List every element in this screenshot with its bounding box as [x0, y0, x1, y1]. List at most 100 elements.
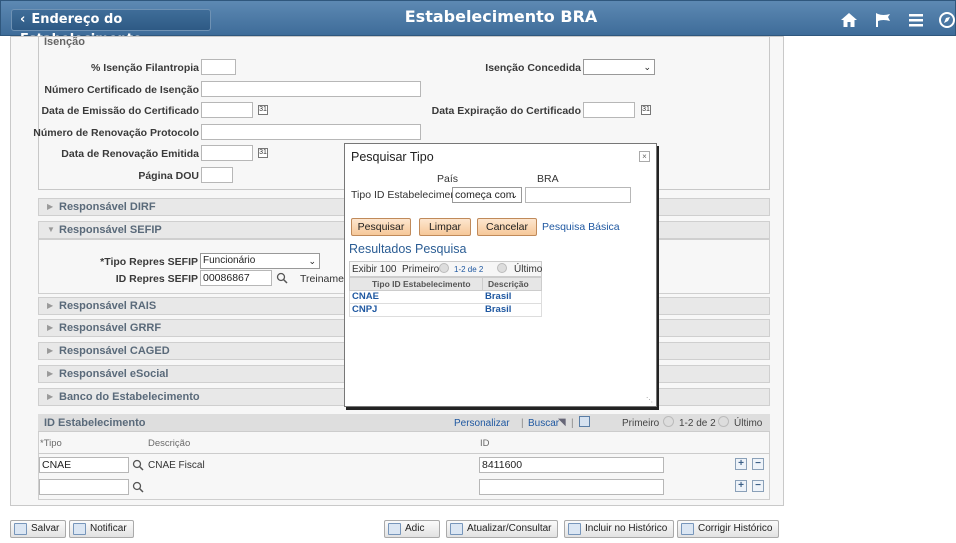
- buscar-link[interactable]: Buscar: [528, 418, 559, 429]
- divider: [38, 453, 770, 454]
- add-icon: [388, 523, 401, 535]
- chevron-right-icon: ▶: [47, 323, 54, 332]
- section-esocial-label: Responsável eSocial: [59, 368, 169, 380]
- search-icon[interactable]: [132, 459, 144, 471]
- separator: |: [571, 418, 574, 429]
- chevron-down-icon: ⌄: [308, 256, 316, 266]
- salvar-button[interactable]: Salvar: [10, 520, 67, 538]
- pesquisar-button[interactable]: Pesquisar: [351, 218, 411, 236]
- calendar-icon[interactable]: 31: [258, 148, 268, 158]
- close-icon[interactable]: ×: [639, 151, 650, 162]
- limpar-button[interactable]: Limpar: [419, 218, 471, 236]
- section-rais-label: Responsável RAIS: [59, 300, 157, 312]
- pct-isencao-input[interactable]: [201, 59, 236, 75]
- notify-icon: [73, 523, 86, 535]
- save-icon: [14, 523, 27, 535]
- section-grrf-label: Responsável GRRF: [59, 322, 162, 334]
- search-value-input[interactable]: [525, 187, 631, 203]
- result-row[interactable]: CNAE Brasil: [349, 291, 542, 304]
- resize-handle[interactable]: ⋱: [646, 396, 653, 404]
- id-repres-input[interactable]: 00086867: [200, 270, 272, 286]
- flag-icon[interactable]: [873, 11, 893, 29]
- pagina-dou-label: Página DOU: [138, 170, 199, 182]
- result-row[interactable]: CNPJ Brasil: [349, 304, 542, 317]
- add-row-icon[interactable]: +: [735, 458, 747, 470]
- cert-num-input[interactable]: [201, 81, 421, 97]
- expiracao-input[interactable]: [583, 102, 635, 118]
- grid-download-icon[interactable]: [579, 416, 590, 427]
- col-tipo: *Tipo: [40, 438, 62, 449]
- result-descricao-link[interactable]: Brasil: [485, 291, 511, 302]
- search-icon[interactable]: [276, 272, 288, 284]
- chevron-right-icon: ▶: [47, 301, 54, 310]
- section-sefip-label: Responsável SEFIP: [59, 224, 162, 236]
- primeiro-link[interactable]: Primeiro: [402, 264, 439, 275]
- renov-prot-input[interactable]: [201, 124, 421, 140]
- grid-tipo-input[interactable]: [39, 479, 129, 495]
- chevron-right-icon: ▶: [47, 392, 54, 401]
- col-tipo-id: Tipo ID Estabelecimento: [372, 279, 471, 289]
- incluir-historico-button[interactable]: Incluir no Histórico: [564, 520, 675, 538]
- chevron-right-icon: ▶: [47, 369, 54, 378]
- zoom-icon[interactable]: ◥: [558, 417, 566, 428]
- exibir-link[interactable]: Exibir 100: [352, 264, 396, 275]
- id-repres-label: ID Repres SEFIP: [115, 273, 198, 285]
- isencao-concedida-label: Isenção Concedida: [485, 62, 581, 74]
- isencao-concedida-select[interactable]: ⌄: [583, 59, 655, 75]
- cert-num-label: Número Certificado de Isenção: [44, 84, 199, 96]
- result-tipo-link[interactable]: CNAE: [352, 291, 379, 302]
- ultimo-link[interactable]: Último: [514, 264, 542, 275]
- grid-primeiro[interactable]: Primeiro: [622, 418, 659, 429]
- home-icon[interactable]: [839, 11, 859, 29]
- personalizar-link[interactable]: Personalizar: [454, 418, 510, 429]
- tipo-repres-select[interactable]: Funcionário ⌄: [200, 253, 320, 269]
- prev-icon[interactable]: [663, 416, 674, 427]
- result-tipo-link[interactable]: CNPJ: [352, 304, 377, 315]
- calendar-icon[interactable]: 31: [258, 105, 268, 115]
- cancelar-button[interactable]: Cancelar: [477, 218, 537, 236]
- back-button[interactable]: ‹Endereço do Estabelecimento: [11, 9, 211, 47]
- history-edit-icon: [681, 523, 694, 535]
- chevron-right-icon: ▶: [47, 202, 54, 211]
- next-icon[interactable]: [497, 263, 507, 273]
- chevron-left-icon: ‹: [20, 12, 26, 27]
- next-icon[interactable]: [718, 416, 729, 427]
- grid-id-input[interactable]: 8411600: [479, 457, 664, 473]
- pct-isencao-label: % Isenção Filantropia: [91, 62, 199, 74]
- section-banco-label: Banco do Estabelecimento: [59, 391, 200, 403]
- tipo-id-label: Tipo ID Estabelecimento: [351, 189, 465, 201]
- section-dirf-label: Responsável DIRF: [59, 201, 156, 213]
- divider: [482, 278, 483, 290]
- renov-emit-input[interactable]: [201, 145, 253, 161]
- pagina-dou-input[interactable]: [201, 167, 233, 183]
- grid-tipo-input[interactable]: CNAE: [39, 457, 129, 473]
- operator-select[interactable]: começa com ⌄: [452, 187, 522, 203]
- add-row-icon[interactable]: +: [735, 480, 747, 492]
- grid-ultimo[interactable]: Último: [734, 418, 762, 429]
- menu-icon[interactable]: [906, 11, 926, 29]
- navbar-icon[interactable]: [937, 11, 956, 29]
- delete-row-icon[interactable]: −: [752, 458, 764, 470]
- pesquisa-basica-link[interactable]: Pesquisa Básica: [542, 221, 620, 233]
- prev-icon[interactable]: [439, 263, 449, 273]
- results-title: Resultados Pesquisa: [349, 242, 467, 256]
- chevron-down-icon: ▼: [47, 225, 55, 234]
- chevron-down-icon: ⌄: [643, 62, 651, 72]
- atualizar-button[interactable]: Atualizar/Consultar: [446, 520, 559, 538]
- grid-descricao: CNAE Fiscal: [148, 460, 205, 471]
- corrigir-historico-button[interactable]: Corrigir Histórico: [677, 520, 780, 538]
- emissao-input[interactable]: [201, 102, 253, 118]
- header-bar: ‹Endereço do Estabelecimento Estabelecim…: [0, 0, 956, 47]
- result-descricao-link[interactable]: Brasil: [485, 304, 511, 315]
- delete-row-icon[interactable]: −: [752, 480, 764, 492]
- grid-id-input[interactable]: [479, 479, 664, 495]
- dialog-title: Pesquisar Tipo: [351, 150, 434, 164]
- search-icon[interactable]: [132, 481, 144, 493]
- expiracao-label: Data Expiração do Certificado: [431, 105, 581, 117]
- search-doc-icon: [450, 523, 463, 535]
- adic-button[interactable]: Adic: [384, 520, 440, 538]
- tipo-repres-label: *Tipo Repres SEFIP: [100, 256, 198, 268]
- notificar-button[interactable]: Notificar: [69, 520, 134, 538]
- calendar-icon[interactable]: 31: [641, 105, 651, 115]
- renov-emit-label: Data de Renovação Emitida: [61, 148, 199, 160]
